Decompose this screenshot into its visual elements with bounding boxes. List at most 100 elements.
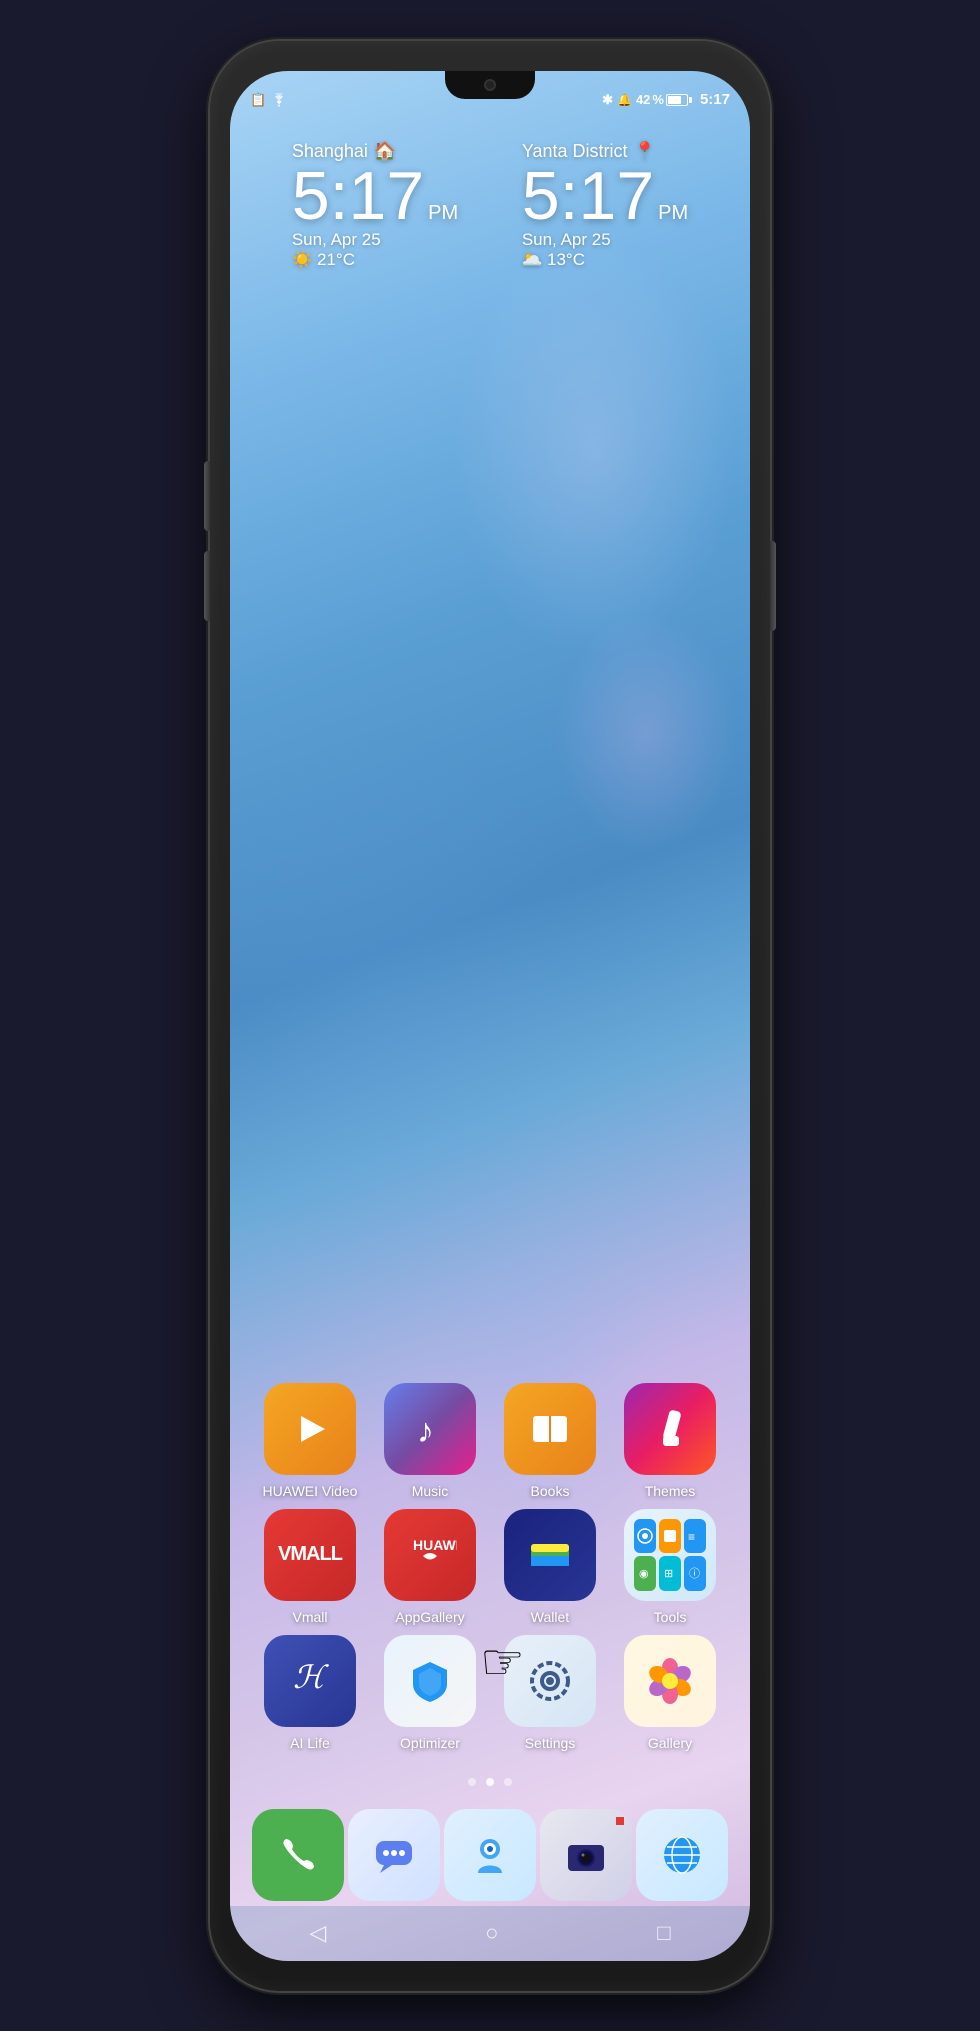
page-dots (468, 1778, 512, 1786)
wifi-icon (270, 93, 288, 107)
app-label-optimizer: Optimizer (400, 1735, 460, 1751)
themes-icon (624, 1383, 716, 1475)
notification-badge (616, 1817, 624, 1825)
dock-browser[interactable] (636, 1809, 728, 1901)
app-ailife[interactable]: ℋ AI Life (255, 1635, 365, 1751)
svg-text:HUAWEI: HUAWEI (413, 1537, 457, 1553)
battery-display: 42 % (636, 92, 692, 107)
book-icon (523, 1402, 577, 1456)
back-button[interactable]: ◁ (309, 1920, 326, 1946)
volume-down-button[interactable] (204, 551, 210, 621)
nav-bar: ◁ ○ □ (230, 1906, 750, 1961)
svg-text:≡: ≡ (688, 1530, 695, 1544)
app-label-books: Books (531, 1483, 570, 1499)
sim-icon: 📋 (250, 92, 266, 108)
camera-icon (560, 1829, 612, 1881)
app-label-music: Music (412, 1483, 449, 1499)
battery-percent: 42 (636, 92, 650, 107)
alarm-icon: 🔔 (617, 93, 632, 107)
time-left: 5:17 PM (292, 162, 458, 230)
weather-icon-left: ☀️ (292, 250, 313, 270)
paintbrush-icon (643, 1402, 697, 1456)
date-left: Sun, Apr 25 (292, 230, 458, 250)
volume-up-button[interactable] (204, 461, 210, 531)
power-button[interactable] (770, 541, 776, 631)
weather-left: ☀️ 21°C (292, 250, 458, 270)
phone-screen: 📋 ✱ 🔔 42 % 5 (230, 71, 750, 1961)
dock-assistant[interactable] (444, 1809, 536, 1901)
flower-icon (643, 1654, 697, 1708)
app-huawei-video[interactable]: HUAWEI Video (255, 1383, 365, 1499)
clock-area: Shanghai 🏠 5:17 PM Sun, Apr 25 ☀️ 21°C Y… (230, 141, 750, 270)
wallet-icon (504, 1509, 596, 1601)
app-themes[interactable]: Themes (615, 1383, 725, 1499)
page-dot-3[interactable] (504, 1778, 512, 1786)
tools-icon: ≡ ◉ ⊞ ⓘ (624, 1509, 716, 1601)
clock-right: Yanta District 📍 5:17 PM Sun, Apr 25 🌥️ … (522, 141, 688, 270)
app-label-themes: Themes (645, 1483, 696, 1499)
appgallery-logo-icon: HUAWEI (403, 1528, 457, 1582)
date-right: Sun, Apr 25 (522, 230, 688, 250)
vmall-icon: VMALL (264, 1509, 356, 1601)
dock-camera[interactable] (540, 1809, 632, 1901)
app-gallery[interactable]: Gallery (615, 1635, 725, 1751)
app-vmall[interactable]: VMALL Vmall (255, 1509, 365, 1625)
svg-text:ℋ: ℋ (293, 1659, 329, 1695)
notch (445, 71, 535, 99)
app-row-1: HUAWEI Video ♪ Music (250, 1383, 730, 1499)
app-row-3: ℋ AI Life Optimizer (250, 1635, 730, 1751)
optimizer-icon (384, 1635, 476, 1727)
assistant-icon (464, 1829, 516, 1881)
app-optimizer[interactable]: Optimizer (375, 1635, 485, 1751)
status-left: 📋 (250, 92, 288, 108)
dock-messages[interactable] (348, 1809, 440, 1901)
page-dot-1[interactable] (468, 1778, 476, 1786)
status-right: ✱ 🔔 42 % 5:17 (602, 91, 730, 108)
ailife-logo-icon: ℋ (283, 1654, 337, 1708)
appgallery-icon: HUAWEI (384, 1509, 476, 1601)
app-label-vmall: Vmall (292, 1609, 327, 1625)
phone-call-icon (272, 1829, 324, 1881)
shield-icon (403, 1654, 457, 1708)
huawei-video-icon (264, 1383, 356, 1475)
app-label-ailife: AI Life (290, 1735, 330, 1751)
weather-icon-right: 🌥️ (522, 250, 543, 270)
app-label-huawei-video: HUAWEI Video (263, 1483, 358, 1499)
weather-right: 🌥️ 13°C (522, 250, 688, 270)
gallery-icon (624, 1635, 716, 1727)
app-grid: HUAWEI Video ♪ Music (230, 1383, 750, 1751)
recents-button[interactable]: □ (657, 1920, 670, 1946)
app-tools[interactable]: ≡ ◉ ⊞ ⓘ Tools (615, 1509, 725, 1625)
app-row-2: VMALL Vmall HUAWEI AppGallery (250, 1509, 730, 1625)
app-books[interactable]: Books (495, 1383, 605, 1499)
message-bubble-icon (368, 1829, 420, 1881)
books-icon (504, 1383, 596, 1475)
app-settings[interactable]: Settings (495, 1635, 605, 1751)
bluetooth-icon: ✱ (602, 92, 613, 108)
page-dot-2[interactable] (486, 1778, 494, 1786)
app-music[interactable]: ♪ Music (375, 1383, 485, 1499)
app-label-gallery: Gallery (648, 1735, 692, 1751)
ailife-icon: ℋ (264, 1635, 356, 1727)
settings-icon (504, 1635, 596, 1727)
svg-text:ⓘ: ⓘ (689, 1567, 700, 1580)
svg-text:◉: ◉ (639, 1568, 649, 1580)
status-time: 5:17 (700, 91, 730, 108)
app-appgallery[interactable]: HUAWEI AppGallery (375, 1509, 485, 1625)
gear-icon (523, 1654, 577, 1708)
app-label-settings: Settings (525, 1735, 576, 1751)
home-button[interactable]: ○ (485, 1920, 498, 1946)
app-wallet[interactable]: Wallet (495, 1509, 605, 1625)
browser-globe-icon (656, 1829, 708, 1881)
dock (250, 1809, 730, 1901)
time-right: 5:17 PM (522, 162, 688, 230)
app-label-tools: Tools (654, 1609, 687, 1625)
svg-text:⊞: ⊞ (664, 1568, 673, 1580)
vmall-text-icon: VMALL (278, 1543, 342, 1566)
video-play-icon (285, 1404, 335, 1454)
wallet-card-icon (523, 1528, 577, 1582)
app-label-wallet: Wallet (531, 1609, 569, 1625)
front-camera (484, 79, 496, 91)
dock-phone[interactable] (252, 1809, 344, 1901)
clock-left: Shanghai 🏠 5:17 PM Sun, Apr 25 ☀️ 21°C (292, 141, 458, 270)
